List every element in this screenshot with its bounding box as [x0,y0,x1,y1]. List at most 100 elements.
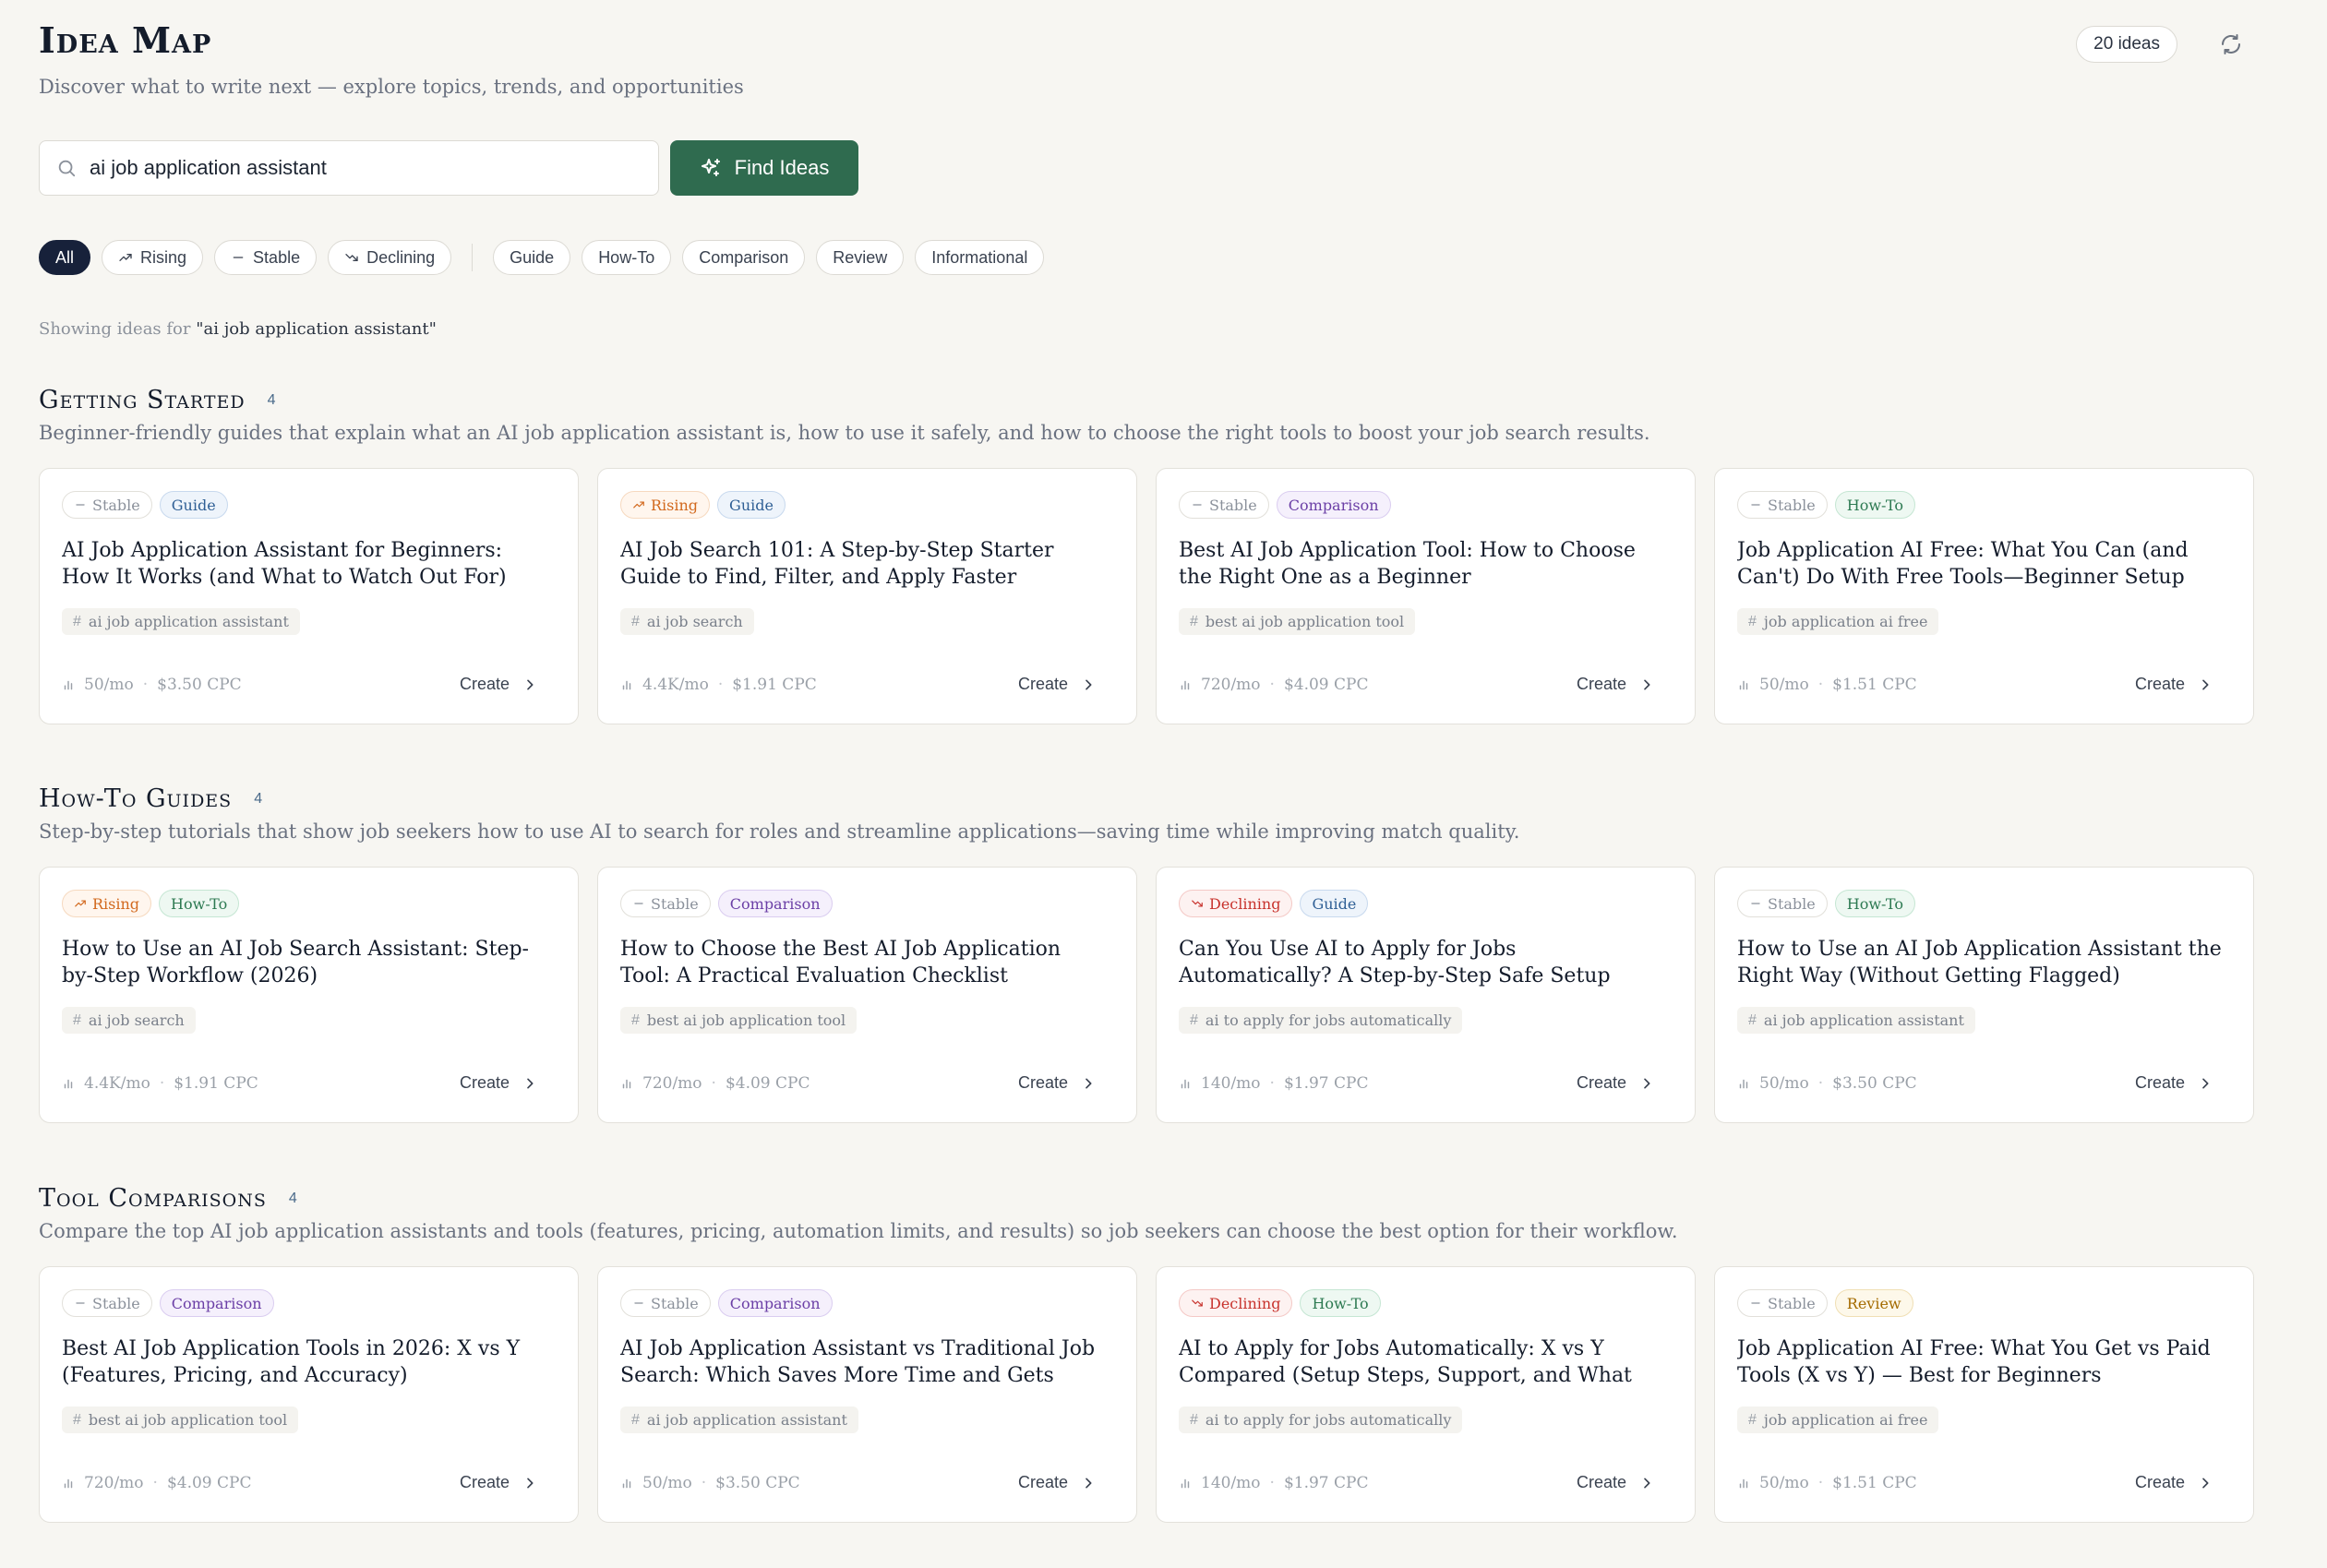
metric-separator: · [1269,675,1275,694]
idea-card[interactable]: Stable Review Job Application AI Free: W… [1714,1266,2254,1523]
idea-card[interactable]: Declining How-To AI to Apply for Jobs Au… [1156,1266,1696,1523]
chevron-right-icon [527,1478,534,1488]
card-badges: Declining Guide [1179,890,1673,917]
minus-icon [634,1302,643,1304]
section-title: Tool Comparisons [39,1184,267,1213]
idea-card[interactable]: Stable Comparison Best AI Job Applicatio… [1156,468,1696,724]
keyword-tag: # job application ai free [1737,608,1939,635]
card-footer: 140/mo · $1.97 CPC Create [1179,1473,1673,1492]
keyword-tag: # job application ai free [1737,1406,1939,1433]
filter-bar: All Rising Stable Declining Guide How-To… [39,240,1045,275]
bar-chart-icon [64,680,73,689]
hash-icon: # [631,613,640,629]
type-badge: How-To [1300,1289,1381,1317]
search-volume: 50/mo [1759,1473,1809,1492]
create-button[interactable]: Create [2135,1473,2213,1492]
filter-informational[interactable]: Informational [915,240,1045,275]
create-button[interactable]: Create [2135,675,2213,694]
hash-icon: # [73,1411,81,1428]
idea-card[interactable]: Stable How-To How to Use an AI Job Appli… [1714,867,2254,1123]
create-button[interactable]: Create [1018,675,1096,694]
card-badges: Declining How-To [1179,1289,1673,1317]
search-row: Find Ideas [39,140,858,196]
filter-stable[interactable]: Stable [214,240,318,275]
create-button[interactable]: Create [460,1073,537,1093]
section-description: Compare the top AI job application assis… [39,1220,1678,1242]
bar-chart-icon [1739,1478,1748,1488]
filter-comparison[interactable]: Comparison [682,240,806,275]
card-title: Best AI Job Application Tools in 2026: X… [62,1337,521,1387]
card-metrics: 4.4K/mo · $1.91 CPC [62,1074,258,1093]
card-badges: Stable Comparison [620,1289,1114,1317]
type-badge: Comparison [717,890,833,917]
card-title: AI Job Search 101: A Step-by-Step Starte… [620,539,1054,589]
create-button[interactable]: Create [1577,675,1654,694]
card-metrics: 4.4K/mo · $1.91 CPC [620,676,817,694]
idea-card[interactable]: Stable Comparison Best AI Job Applicatio… [39,1266,579,1523]
bar-chart-icon [1181,1079,1190,1088]
chevron-right-icon [2202,1478,2209,1488]
trending-up-icon [75,900,86,907]
trend-badge: Stable [620,1289,711,1317]
card-metrics: 50/mo · $3.50 CPC [620,1474,800,1492]
metric-separator: · [159,1073,165,1093]
hash-icon: # [1748,613,1757,629]
card-footer: 50/mo · $3.50 CPC Create [62,675,556,694]
section-header: Tool Comparisons 4 [39,1184,2254,1213]
search-volume: 720/mo [1201,675,1261,694]
header-actions: 20 ideas [2076,26,2242,63]
minus-icon [233,257,244,258]
card-title: How to Choose the Best AI Job Applicatio… [620,938,1062,987]
bar-chart-icon [622,680,631,689]
card-metrics: 50/mo · $1.51 CPC [1737,1474,1917,1492]
hash-icon: # [631,1011,640,1028]
create-button[interactable]: Create [460,675,537,694]
create-button[interactable]: Create [460,1473,537,1492]
card-badges: Stable How-To [1737,491,2231,519]
card-footer: 50/mo · $1.51 CPC Create [1737,1473,2231,1492]
filter-guide[interactable]: Guide [493,240,571,275]
filter-declining[interactable]: Declining [328,240,452,275]
filter-how-to[interactable]: How-To [582,240,672,275]
search-input[interactable] [90,156,642,180]
idea-card[interactable]: Rising How-To How to Use an AI Job Searc… [39,867,579,1123]
card-title: How to Use an AI Job Application Assista… [1737,938,2222,987]
page-header: Idea Map Discover what to write next — e… [39,18,744,98]
find-ideas-label: Find Ideas [734,156,830,179]
filter-review[interactable]: Review [816,240,905,275]
idea-card[interactable]: Stable Guide AI Job Application Assistan… [39,468,579,724]
trend-badge: Stable [1737,1289,1828,1317]
card-badges: Rising Guide [620,491,1114,519]
section-title: Getting Started [39,386,246,414]
idea-card[interactable]: Rising Guide AI Job Search 101: A Step-b… [597,468,1137,724]
refresh-icon[interactable] [2220,33,2242,55]
card-title: Job Application AI Free: What You Get vs… [1737,1337,2211,1387]
filter-rising[interactable]: Rising [102,240,204,275]
create-button[interactable]: Create [1018,1073,1096,1093]
filter-all[interactable]: All [39,240,91,275]
keyword-tag: # ai job application assistant [1737,1007,1975,1034]
card-footer: 720/mo · $4.09 CPC Create [62,1473,556,1492]
search-volume: 50/mo [642,1473,692,1492]
page-subtitle: Discover what to write next — explore to… [39,76,744,98]
cpc-value: $1.97 CPC [1283,1473,1369,1492]
trend-badge: Rising [62,890,152,917]
idea-card[interactable]: Stable How-To Job Application AI Free: W… [1714,468,2254,724]
idea-card[interactable]: Stable Comparison AI Job Application Ass… [597,1266,1137,1523]
create-button[interactable]: Create [2135,1073,2213,1093]
card-metrics: 50/mo · $3.50 CPC [1737,1074,1917,1093]
idea-card[interactable]: Stable Comparison How to Choose the Best… [597,867,1137,1123]
trending-down-icon [1192,1299,1203,1307]
cpc-value: $1.91 CPC [174,1073,258,1093]
card-grid: Rising How-To How to Use an AI Job Searc… [39,867,2254,1123]
create-button[interactable]: Create [1577,1473,1654,1492]
cpc-value: $3.50 CPC [157,675,242,694]
create-button[interactable]: Create [1018,1473,1096,1492]
trend-badge: Stable [62,491,152,519]
metric-separator: · [142,675,149,694]
bar-chart-icon [1181,1478,1190,1488]
create-button[interactable]: Create [1577,1073,1654,1093]
find-ideas-button[interactable]: Find Ideas [670,140,858,196]
bar-chart-icon [64,1478,73,1488]
idea-card[interactable]: Declining Guide Can You Use AI to Apply … [1156,867,1696,1123]
